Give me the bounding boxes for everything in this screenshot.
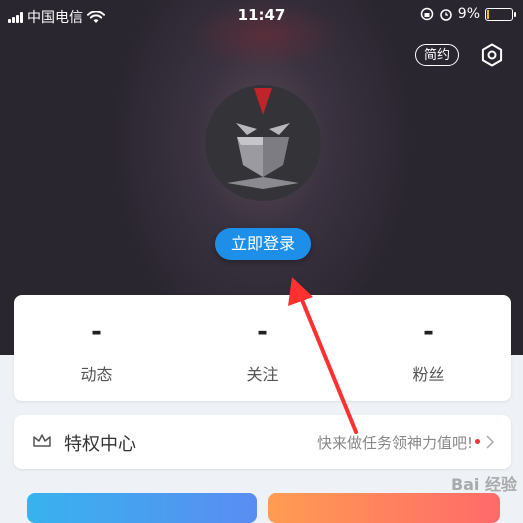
privilege-center-row[interactable]: 特权中心 快来做任务领神力值吧! bbox=[14, 415, 511, 469]
battery-icon bbox=[485, 7, 516, 21]
orientation-lock-icon bbox=[420, 7, 434, 21]
alarm-icon bbox=[440, 9, 452, 21]
feature-card-left[interactable] bbox=[27, 493, 257, 523]
feature-card-right[interactable] bbox=[268, 493, 500, 523]
stat-value: - bbox=[257, 317, 268, 347]
stat-label: 关注 bbox=[246, 365, 279, 384]
privilege-title: 特权中心 bbox=[64, 434, 136, 455]
avatar[interactable] bbox=[205, 85, 321, 201]
notification-dot bbox=[475, 439, 480, 444]
simple-mode-button[interactable]: 简约 bbox=[415, 44, 459, 66]
stat-value: - bbox=[423, 317, 434, 347]
login-button[interactable]: 立即登录 bbox=[215, 228, 311, 260]
stats-card: - 动态 - 关注 - 粉丝 bbox=[14, 295, 511, 401]
crown-icon bbox=[33, 434, 51, 447]
watermark: Bai 经验 bbox=[450, 475, 517, 494]
stat-label: 动态 bbox=[80, 365, 113, 384]
stat-value: - bbox=[91, 317, 102, 347]
battery-percent: 9% bbox=[457, 6, 480, 22]
status-bar: 中国电信 11:47 9% bbox=[0, 0, 523, 30]
stat-posts[interactable]: - 动态 bbox=[14, 295, 179, 401]
chevron-right-icon bbox=[486, 435, 495, 449]
gear-icon[interactable] bbox=[480, 43, 504, 67]
privilege-hint: 快来做任务领神力值吧! bbox=[316, 434, 473, 452]
stat-label: 粉丝 bbox=[412, 365, 445, 384]
stat-followers[interactable]: - 粉丝 bbox=[346, 295, 511, 401]
stat-following[interactable]: - 关注 bbox=[180, 295, 345, 401]
